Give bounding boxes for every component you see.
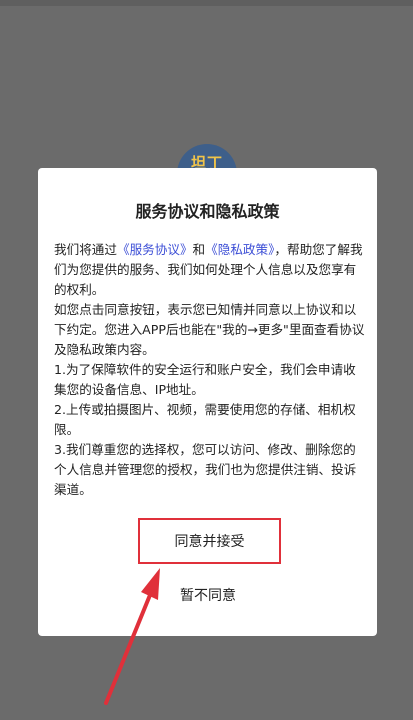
service-agreement-link[interactable]: 《服务协议》 — [117, 242, 193, 257]
dialog-body: 我们将通过《服务协议》和《隐私政策》，帮助您了解我们为您提供的服务、我们如何处理… — [54, 240, 366, 500]
privacy-dialog: 服务协议和隐私政策 我们将通过《服务协议》和《隐私政策》，帮助您了解我们为您提供… — [38, 168, 377, 636]
item-user-rights: 3.我们尊重您的选择权，您可以访问、修改、删除您的个人信息并管理您的授权，我们也… — [54, 442, 357, 497]
consent-paragraph: 如您点击同意按钮，表示您已知情并同意以上协议和以下约定。您进入APP后也能在"我… — [54, 302, 365, 357]
intro-prefix: 我们将通过 — [54, 242, 117, 257]
status-bar — [0, 0, 413, 6]
dialog-title: 服务协议和隐私政策 — [135, 202, 280, 221]
item-storage-camera: 2.上传或拍摄图片、视频，需要使用您的存储、相机权限。 — [54, 402, 356, 437]
intro-paragraph: 我们将通过《服务协议》和《隐私政策》，帮助您了解我们为您提供的服务、我们如何处理… — [54, 240, 366, 300]
decline-button[interactable]: 暂不同意 — [146, 580, 270, 610]
accept-button[interactable]: 同意并接受 — [138, 518, 281, 564]
intro-mid: 和 — [192, 242, 206, 257]
privacy-policy-link[interactable]: 《隐私政策》 — [205, 242, 274, 257]
item-device-info: 1.为了保障软件的安全运行和账户安全，我们会申请收集您的设备信息、IP地址。 — [54, 362, 356, 397]
